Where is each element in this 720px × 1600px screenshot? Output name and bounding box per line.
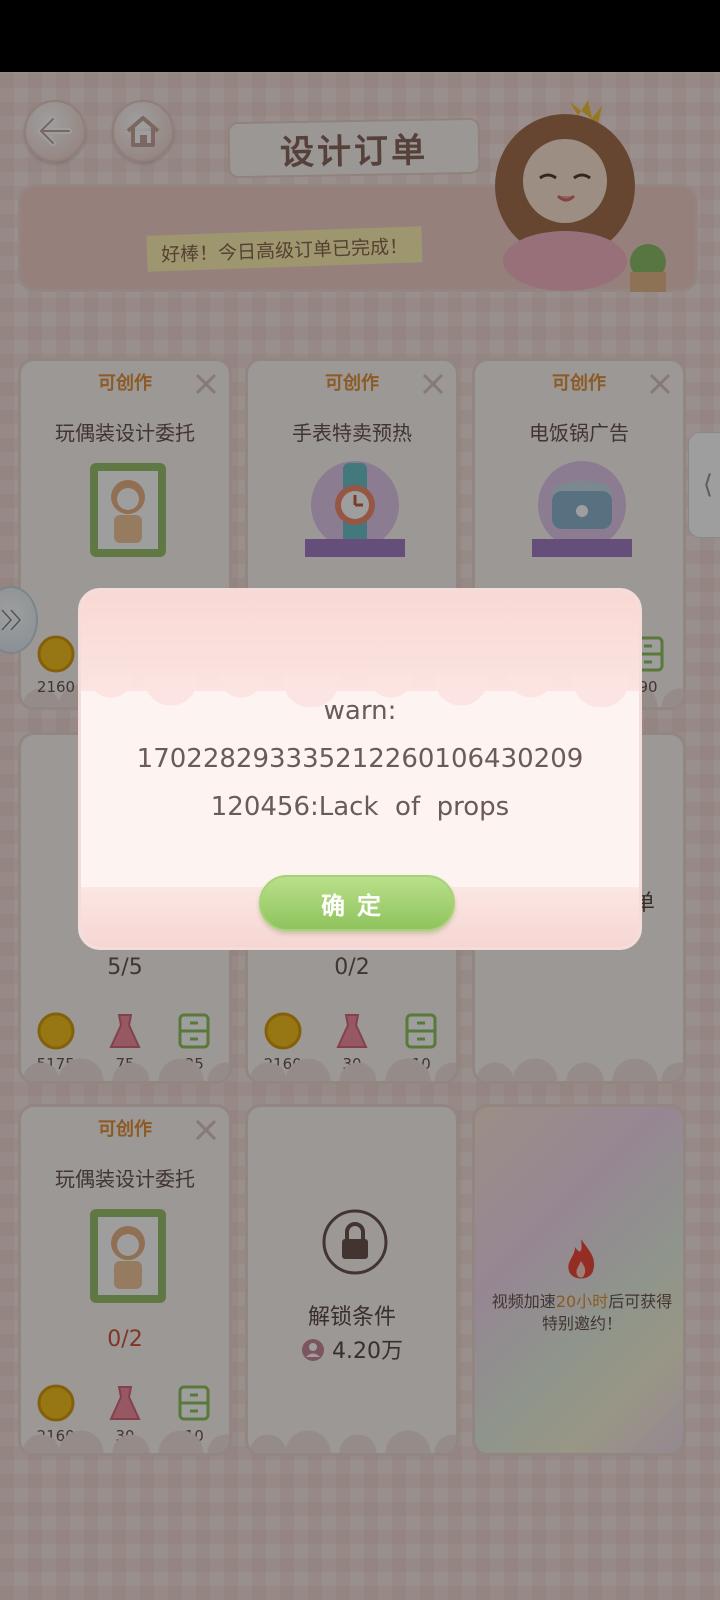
warning-code: 17022829333521226010643020​9 bbox=[136, 744, 584, 774]
warning-dialog: warn: 17022829333521226010643020​9 12045… bbox=[78, 588, 642, 950]
warning-label: warn: bbox=[323, 696, 397, 726]
warning-detail: 120456:Lack of props bbox=[210, 792, 510, 822]
dialog-message: warn: 17022829333521226010643020​9 12045… bbox=[81, 687, 639, 831]
dialog-header-decoration bbox=[81, 591, 639, 707]
status-bar bbox=[0, 0, 720, 72]
confirm-button[interactable]: 确定 bbox=[259, 875, 455, 931]
